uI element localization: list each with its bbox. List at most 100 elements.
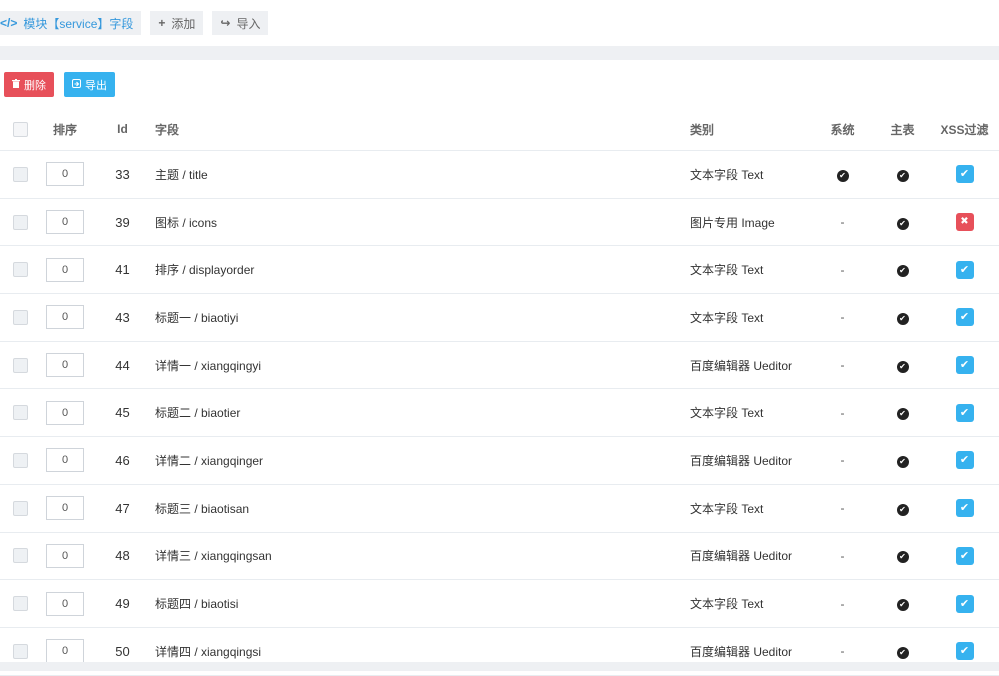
row-id: 46	[115, 452, 130, 468]
check-circle-icon: ✔	[896, 360, 909, 373]
header-system: 系统	[830, 122, 855, 137]
check-circle-icon: ✔	[896, 646, 909, 659]
row-checkbox[interactable]	[12, 500, 28, 516]
fields-table: 排序 Id 字段 类别 系统 主表 XSS过滤 33 主题 / title 文本…	[0, 108, 999, 676]
select-all-checkbox[interactable]	[12, 121, 28, 137]
table-row: 33 主题 / title 文本字段 Text ✔ ✔ ✔	[0, 151, 999, 199]
row-field-name: 标题三 / biaotisan	[155, 501, 250, 516]
row-field-type: 百度编辑器 Ueditor	[690, 358, 793, 373]
order-input[interactable]	[46, 353, 84, 378]
row-checkbox[interactable]	[12, 166, 28, 182]
xss-enabled-toggle[interactable]: ✔	[955, 165, 974, 184]
check-circle-icon: ✔	[896, 551, 909, 564]
table-row: 49 标题四 / biaotisi 文本字段 Text - ✔ ✔	[0, 580, 999, 628]
order-input[interactable]	[46, 496, 84, 521]
xss-enabled-toggle[interactable]: ✔	[955, 594, 974, 613]
row-checkbox[interactable]	[12, 596, 28, 612]
order-input[interactable]	[46, 305, 84, 330]
row-field-type: 图片专用 Image	[690, 215, 775, 230]
table-row: 44 详情一 / xiangqingyi 百度编辑器 Ueditor - ✔ ✔	[0, 342, 999, 390]
row-field-name: 详情三 / xiangqingsan	[155, 549, 272, 564]
xss-enabled-toggle[interactable]: ✔	[955, 546, 974, 565]
order-input[interactable]	[46, 591, 84, 616]
header-field: 字段	[155, 122, 180, 137]
system-dash: -	[840, 501, 845, 516]
xss-enabled-toggle[interactable]: ✔	[955, 260, 974, 279]
system-dash: -	[840, 310, 845, 325]
tab-module-fields-label: 模块【service】字段	[23, 16, 134, 31]
row-field-type: 文本字段 Text	[690, 167, 764, 182]
delete-button[interactable]: 删除	[4, 72, 54, 97]
row-field-name: 图标 / icons	[155, 215, 218, 230]
row-field-name: 标题一 / biaotiyi	[155, 310, 239, 325]
check-circle-icon: ✔	[896, 217, 909, 230]
table-row: 47 标题三 / biaotisan 文本字段 Text - ✔ ✔	[0, 485, 999, 533]
row-checkbox[interactable]	[12, 452, 28, 468]
header-order[interactable]: 排序	[40, 121, 90, 138]
tab-module-fields[interactable]: </> 模块【service】字段	[0, 11, 142, 35]
row-field-name: 详情二 / xiangqinger	[155, 453, 264, 468]
order-input[interactable]	[46, 162, 84, 187]
row-id: 43	[115, 309, 130, 325]
header-type: 类别	[690, 122, 715, 137]
table-row: 41 排序 / displayorder 文本字段 Text - ✔ ✔	[0, 246, 999, 295]
trash-icon	[12, 78, 20, 91]
xss-enabled-toggle[interactable]: ✔	[955, 451, 974, 470]
table-body: 33 主题 / title 文本字段 Text ✔ ✔ ✔ 39 图标 / ic…	[0, 151, 999, 676]
row-checkbox[interactable]	[12, 643, 28, 659]
xss-enabled-toggle[interactable]: ✔	[955, 642, 974, 661]
row-id: 39	[115, 214, 130, 230]
table-row: 46 详情二 / xiangqinger 百度编辑器 Ueditor - ✔ ✔	[0, 437, 999, 485]
row-field-name: 主题 / title	[155, 167, 208, 182]
check-circle-icon: ✔	[896, 312, 909, 325]
header-id[interactable]: Id	[90, 122, 155, 136]
xss-enabled-toggle[interactable]: ✔	[955, 308, 974, 327]
order-input[interactable]	[46, 210, 84, 235]
row-field-type: 文本字段 Text	[690, 310, 764, 325]
header-primary: 主表	[890, 122, 915, 137]
table-row: 48 详情三 / xiangqingsan 百度编辑器 Ueditor - ✔ …	[0, 533, 999, 581]
bottom-scroll-area	[0, 662, 999, 671]
row-checkbox[interactable]	[12, 548, 28, 564]
row-checkbox[interactable]	[12, 357, 28, 373]
table-row: 39 图标 / icons 图片专用 Image - ✔ ✖	[0, 199, 999, 247]
check-circle-icon: ✔	[896, 599, 909, 612]
tab-add[interactable]: + 添加	[150, 11, 204, 35]
check-circle-icon: ✔	[896, 169, 909, 182]
xss-enabled-toggle[interactable]: ✔	[955, 499, 974, 518]
system-dash: -	[840, 215, 845, 230]
row-id: 41	[115, 262, 130, 278]
export-button-label: 导出	[85, 79, 107, 92]
export-button[interactable]: 导出	[64, 72, 115, 97]
row-field-type: 百度编辑器 Ueditor	[690, 453, 793, 468]
tab-import-label: 导入	[236, 16, 261, 31]
section-separator	[0, 46, 999, 60]
row-id: 47	[115, 500, 130, 516]
row-checkbox[interactable]	[12, 309, 28, 325]
order-input[interactable]	[46, 448, 84, 473]
table-row: 43 标题一 / biaotiyi 文本字段 Text - ✔ ✔	[0, 294, 999, 342]
order-input[interactable]	[46, 257, 84, 282]
system-dash: -	[840, 262, 845, 277]
row-checkbox[interactable]	[12, 214, 28, 230]
xss-enabled-toggle[interactable]: ✔	[955, 403, 974, 422]
row-field-name: 详情一 / xiangqingyi	[155, 358, 262, 373]
delete-button-label: 删除	[24, 79, 46, 92]
row-checkbox[interactable]	[12, 262, 28, 278]
system-dash: -	[840, 596, 845, 611]
table-header: 排序 Id 字段 类别 系统 主表 XSS过滤	[0, 108, 999, 151]
row-field-type: 文本字段 Text	[690, 501, 764, 516]
check-circle-icon: ✔	[896, 408, 909, 421]
check-circle-icon: ✔	[836, 169, 849, 182]
order-input[interactable]	[46, 543, 84, 568]
xss-enabled-toggle[interactable]: ✔	[955, 356, 974, 375]
header-xss: XSS过滤	[940, 122, 989, 137]
tab-import[interactable]: ↪ 导入	[212, 11, 269, 35]
row-checkbox[interactable]	[12, 405, 28, 421]
check-circle-icon: ✔	[896, 265, 909, 278]
order-input[interactable]	[46, 400, 84, 425]
order-input[interactable]	[46, 639, 84, 664]
xss-disabled-toggle[interactable]: ✖	[955, 213, 974, 232]
row-id: 50	[115, 643, 130, 659]
share-icon	[72, 78, 81, 91]
